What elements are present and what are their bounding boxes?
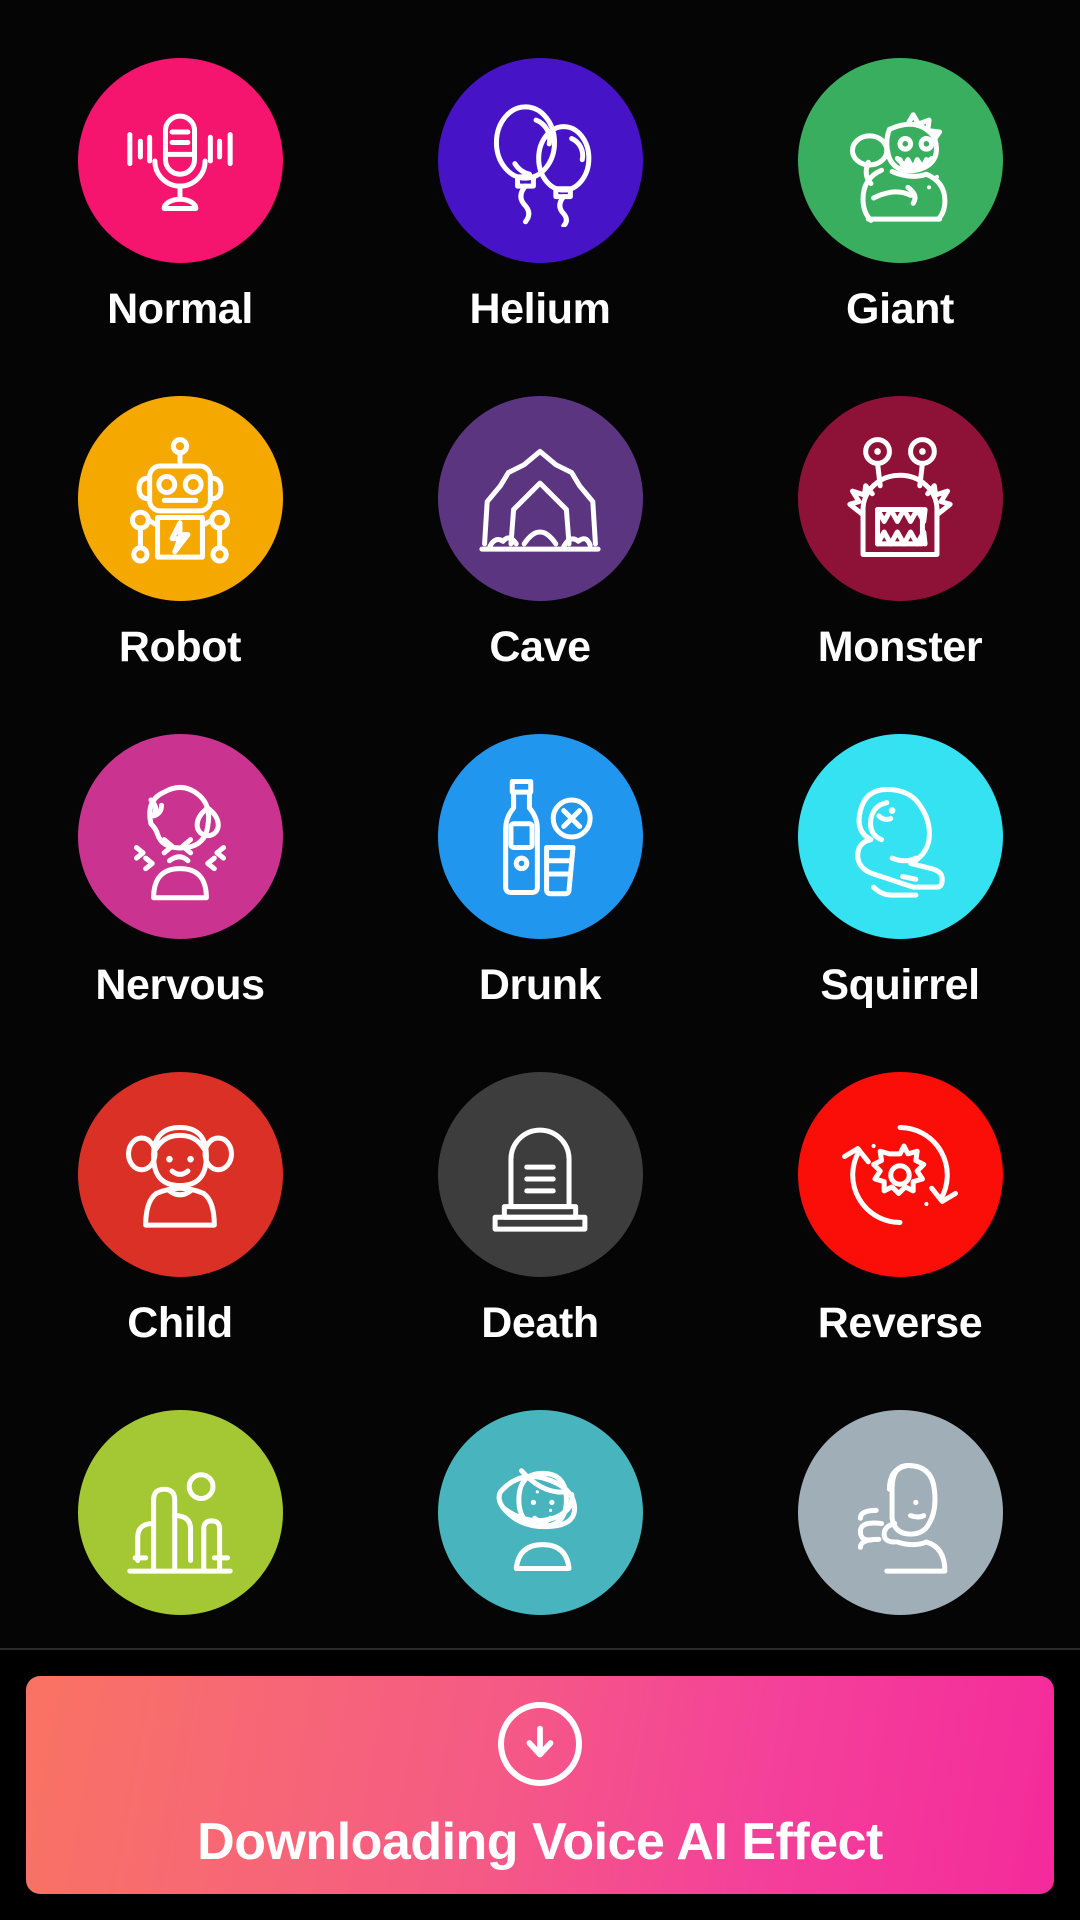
effect-icon-circle-monster[interactable] bbox=[798, 396, 1003, 601]
effect-item-monster[interactable]: Monster bbox=[720, 396, 1080, 672]
effect-item-wind[interactable] bbox=[720, 1410, 1080, 1637]
effect-icon-circle-nervous[interactable] bbox=[78, 734, 283, 939]
effect-icon-circle-cave[interactable] bbox=[438, 396, 643, 601]
effect-icon-circle-dizzy[interactable] bbox=[438, 1410, 643, 1615]
effect-label: Monster bbox=[818, 623, 982, 672]
effect-item-drunk[interactable]: Drunk bbox=[360, 734, 720, 1010]
monster-icon bbox=[834, 433, 966, 565]
effect-label: Giant bbox=[846, 285, 954, 334]
effect-icon-circle-death[interactable] bbox=[438, 1072, 643, 1277]
effect-item-reverse[interactable]: Reverse bbox=[720, 1072, 1080, 1348]
effect-label: Helium bbox=[470, 285, 611, 334]
effect-label: Reverse bbox=[818, 1299, 983, 1348]
effect-item-dizzy[interactable] bbox=[360, 1410, 720, 1637]
effects-scroll-area[interactable]: Normal Helium bbox=[0, 0, 1080, 1648]
cave-entrance-icon bbox=[474, 433, 606, 565]
effect-icon-circle-reverse[interactable] bbox=[798, 1072, 1003, 1277]
downloading-voice-effect-banner[interactable]: Downloading Voice AI Effect bbox=[26, 1676, 1054, 1894]
effect-icon-circle-normal[interactable] bbox=[78, 58, 283, 263]
effect-item-desert[interactable] bbox=[0, 1410, 360, 1637]
effect-label: Nervous bbox=[95, 961, 264, 1010]
download-status-text: Downloading Voice AI Effect bbox=[197, 1812, 883, 1872]
effect-item-cave[interactable]: Cave bbox=[360, 396, 720, 672]
desert-cactus-icon bbox=[114, 1447, 246, 1579]
effect-item-squirrel[interactable]: Squirrel bbox=[720, 734, 1080, 1010]
voice-effects-screen: Normal Helium bbox=[0, 0, 1080, 1920]
effect-label: Squirrel bbox=[820, 961, 979, 1010]
nervous-sweat-face-icon bbox=[114, 771, 246, 903]
effect-icon-circle-desert[interactable] bbox=[78, 1410, 283, 1615]
effect-item-normal[interactable]: Normal bbox=[0, 58, 360, 334]
effect-item-robot[interactable]: Robot bbox=[0, 396, 360, 672]
effect-icon-circle-giant[interactable] bbox=[798, 58, 1003, 263]
effect-label: Drunk bbox=[479, 961, 601, 1010]
reverse-gear-arrows-icon bbox=[834, 1109, 966, 1241]
effect-label: Normal bbox=[107, 285, 253, 334]
tombstone-icon bbox=[474, 1109, 606, 1241]
effect-item-death[interactable]: Death bbox=[360, 1072, 720, 1348]
effects-grid: Normal Helium bbox=[0, 0, 1080, 1637]
microphone-waves-icon bbox=[114, 95, 246, 227]
download-arrow-glyph bbox=[517, 1721, 563, 1767]
balloons-icon bbox=[474, 95, 606, 227]
download-banner-area: Downloading Voice AI Effect bbox=[0, 1650, 1080, 1920]
bottle-glass-icon bbox=[474, 771, 606, 903]
effect-label: Robot bbox=[119, 623, 241, 672]
blowing-wind-face-icon bbox=[834, 1447, 966, 1579]
child-girl-face-icon bbox=[114, 1109, 246, 1241]
effect-label: Cave bbox=[489, 623, 590, 672]
effect-item-giant[interactable]: Giant bbox=[720, 58, 1080, 334]
effect-icon-circle-robot[interactable] bbox=[78, 396, 283, 601]
effect-item-nervous[interactable]: Nervous bbox=[0, 734, 360, 1010]
effect-icon-circle-drunk[interactable] bbox=[438, 734, 643, 939]
ogre-giant-icon bbox=[834, 95, 966, 227]
dizzy-head-icon bbox=[474, 1447, 606, 1579]
effect-label: Death bbox=[481, 1299, 598, 1348]
effect-icon-circle-child[interactable] bbox=[78, 1072, 283, 1277]
effect-item-child[interactable]: Child bbox=[0, 1072, 360, 1348]
effect-icon-circle-helium[interactable] bbox=[438, 58, 643, 263]
effect-icon-circle-squirrel[interactable] bbox=[798, 734, 1003, 939]
effect-item-helium[interactable]: Helium bbox=[360, 58, 720, 334]
squirrel-icon bbox=[834, 771, 966, 903]
effect-icon-circle-wind[interactable] bbox=[798, 1410, 1003, 1615]
effect-label: Child bbox=[127, 1299, 232, 1348]
download-circle-arrow-icon bbox=[498, 1702, 582, 1786]
robot-icon bbox=[114, 433, 246, 565]
